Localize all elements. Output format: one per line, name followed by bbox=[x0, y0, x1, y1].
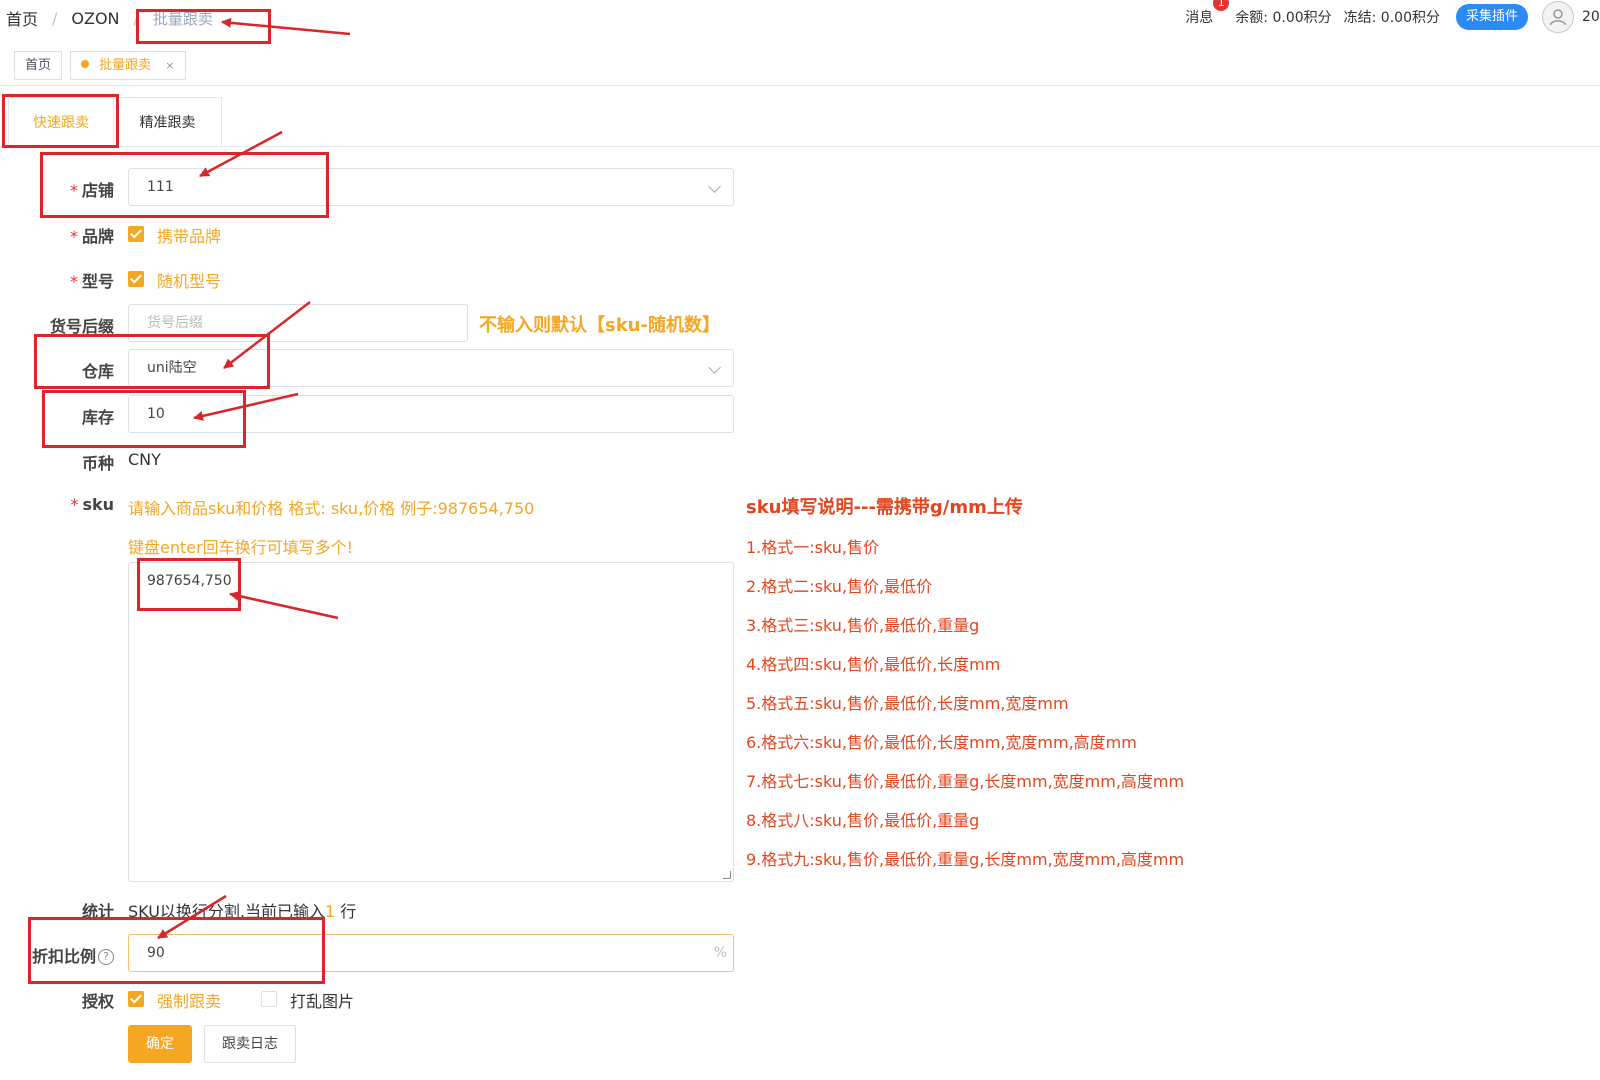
annotation-arrow bbox=[199, 130, 283, 178]
annotation-arrow bbox=[193, 392, 299, 421]
annotation-arrow bbox=[223, 301, 311, 369]
annotation-arrow bbox=[229, 591, 339, 620]
page-root: 首页 / OZON / 批量跟卖 消息 1 余额: 0.00积分 冻结: 0.0… bbox=[0, 0, 1600, 1080]
annotation-arrow bbox=[221, 17, 351, 36]
annotation-arrows bbox=[157, 17, 351, 940]
annotation-arrow bbox=[157, 894, 227, 940]
